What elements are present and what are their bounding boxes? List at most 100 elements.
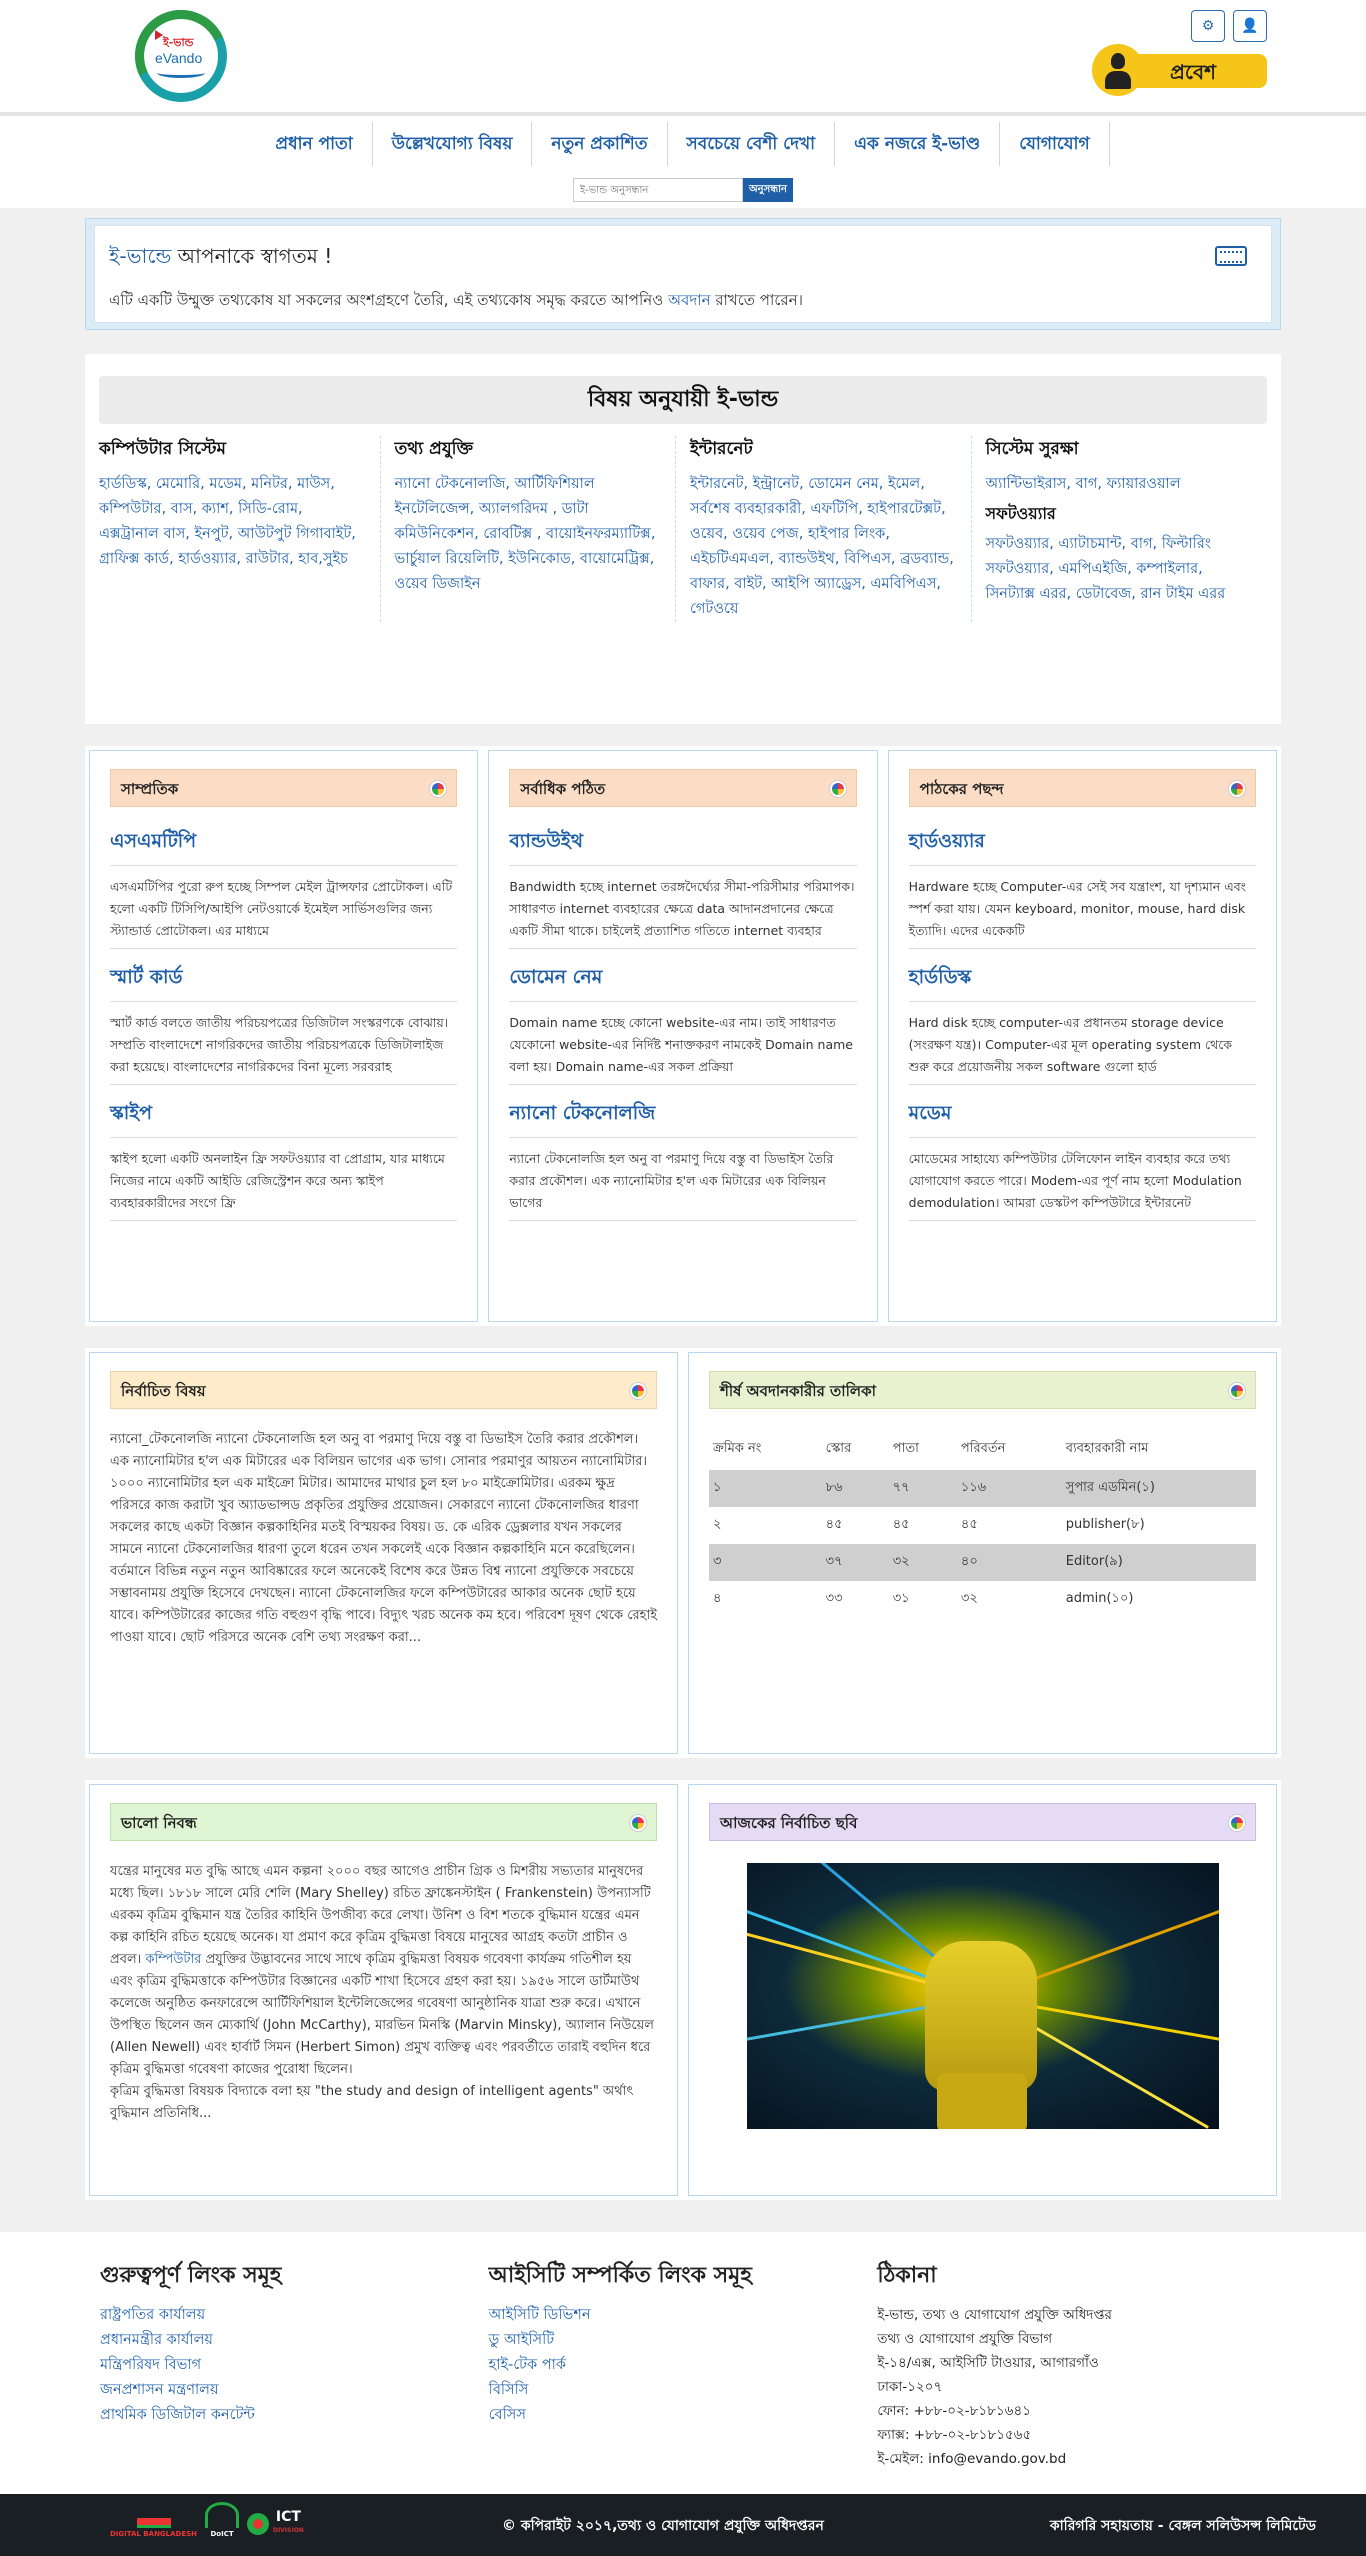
articles-row: সাম্প্রতিক এসএমটিপি এসএমটিপির পুরো রুপ হচ… xyxy=(85,746,1281,1326)
address-line: ই-ভান্ড, তথ্য ও যোগাযোগ প্রযুক্তি অধিদপ্… xyxy=(877,2307,1112,2323)
footer-link[interactable]: বিসিসি xyxy=(489,2378,878,2403)
nav-item-at-a-glance[interactable]: এক নজরে ই-ভাণ্ড xyxy=(835,122,1001,166)
ict-division-logo[interactable]: ICT DIVISION xyxy=(247,2510,304,2538)
table-cell[interactable]: Editor(৯) xyxy=(1061,1544,1256,1581)
article-excerpt: এসএমটিপির পুরো রুপ হচ্ছে সিম্পল মেইল ট্র… xyxy=(110,876,458,949)
digital-bangladesh-logo[interactable]: DIGITAL BANGLADESH xyxy=(110,2502,197,2538)
table-cell: ৩২ xyxy=(888,1544,957,1581)
table-cell: ৩৭ xyxy=(821,1544,889,1581)
subject-heading[interactable]: সিস্টেম সুরক্ষা xyxy=(986,436,1253,464)
pin-icon xyxy=(430,781,447,797)
article-title[interactable]: মডেম xyxy=(908,1099,1256,1138)
ict-emblem-icon xyxy=(247,2513,270,2535)
evando-logo[interactable]: ই-ভান্ড eVando xyxy=(122,0,240,115)
panel-header: নির্বাচিত বিষয় xyxy=(110,1371,657,1409)
table-cell: ৪৫ xyxy=(892,1517,910,1532)
footer: গুরুত্বপূর্ণ লিংক সমূহ রাষ্ট্রপতির কার্য… xyxy=(0,2232,1366,2494)
subject-column: তথ্য প্রযুক্তি ন্যানো টেকনোলজি, আর্টিফিশ… xyxy=(395,436,677,622)
computer-link[interactable]: কম্পিউটার xyxy=(145,1952,201,1967)
footer-link[interactable]: মন্ত্রিপরিষদ বিভাগ xyxy=(100,2353,489,2378)
footer-address: ঠিকানা ই-ভান্ড, তথ্য ও যোগাযোগ প্রযুক্তি… xyxy=(877,2258,1266,2471)
subject-links[interactable]: সফটওয়্যার, এ্যাটাচমান্ট, বাগ, ফিল্টারিং… xyxy=(986,532,1253,607)
contribute-link[interactable]: অবদান xyxy=(668,291,711,309)
logo-wave xyxy=(157,68,205,78)
photo-glove xyxy=(924,1941,1037,2091)
search-button[interactable]: অনুসন্ধান xyxy=(742,178,794,202)
footer-link[interactable]: ডু আইসিটি xyxy=(489,2328,878,2353)
welcome-text-after: রাখতে পারেন। xyxy=(710,291,803,309)
article-title[interactable]: এসএমটিপি xyxy=(110,827,458,866)
nav-item-contact[interactable]: যোগাযোগ xyxy=(1000,122,1110,166)
address-line: তথ্য ও যোগাযোগ প্রযুক্তি বিভাগ xyxy=(877,2331,1053,2347)
footer-link[interactable]: আইসিটি ডিভিশন xyxy=(489,2303,878,2328)
article-title[interactable]: হার্ডডিস্ক xyxy=(908,963,1256,1002)
ict-text: ICT DIVISION xyxy=(273,2510,304,2538)
essay-text: যন্ত্রের মানুষের মত বুদ্ধি আছে এমন কল্পন… xyxy=(110,1861,657,2081)
table-row: ২ ৪৫ ৪৫ ৪৫ publisher(৮) xyxy=(709,1507,1256,1544)
subject-links[interactable]: ইন্টারনেট, ইন্ট্রানেট, ডোমেন নেম, ইমেল, … xyxy=(690,472,957,622)
article-title[interactable]: ব্যান্ডউইথ xyxy=(509,827,857,866)
article: ব্যান্ডউইথ Bandwidth হচ্ছে internet তরঙ্গ… xyxy=(509,827,857,949)
subject-links[interactable]: হার্ডডিস্ক, মেমোরি, মডেম, মনিটর, মাউস, ক… xyxy=(99,472,366,572)
table-cell: ৪৫ xyxy=(960,1517,978,1532)
article: এসএমটিপি এসএমটিপির পুরো রুপ হচ্ছে সিম্পল … xyxy=(110,827,458,949)
recent-panel: সাম্প্রতিক এসএমটিপি এসএমটিপির পুরো রুপ হচ… xyxy=(89,750,479,1322)
table-cell[interactable]: publisher(৮) xyxy=(1062,1507,1256,1544)
nav-item-home[interactable]: প্রধান পাতা xyxy=(256,122,373,166)
subject-links[interactable]: অ্যান্টিভাইরাস, বাগ, ফ্যায়ারওয়াল xyxy=(986,472,1253,497)
article-title[interactable]: স্কাইপ xyxy=(110,1099,458,1138)
search-input[interactable] xyxy=(572,178,743,202)
article: হার্ডওয়্যার Hardware হচ্ছে Computer-এর স… xyxy=(908,827,1256,949)
subject-section: বিষয় অনুযায়ী ই-ভান্ড কম্পিউটার সিস্টেম… xyxy=(85,354,1281,724)
table-row: ৪ ৩৩ ৩১ ৩২ admin(১০) xyxy=(709,1581,1256,1618)
article-excerpt: মোডেমের সাহায্যে কম্পিউটার টেলিফোন লাইন … xyxy=(908,1148,1256,1221)
table-row: ৩ ৩৭ ৩২ ৪০ Editor(৯) xyxy=(709,1544,1256,1581)
table-cell[interactable]: সুপার এডমিন(১) xyxy=(1061,1470,1256,1507)
nav-item-most-viewed[interactable]: সবচেয়ে বেশী দেখা xyxy=(668,122,836,166)
table-cell[interactable]: admin(১০) xyxy=(1062,1581,1256,1618)
footer-link[interactable]: প্রাথমিক ডিজিটাল কনটেন্ট xyxy=(100,2403,489,2428)
footer-link[interactable]: রাষ্ট্রপতির কার্যালয় xyxy=(100,2303,489,2328)
subject-heading[interactable]: ইন্টারনেট xyxy=(690,436,957,464)
logo-bird-icon xyxy=(155,30,163,40)
table-header-row: ক্রমিক নং স্কোর পাতা পরিবর্তন ব্যবহারকার… xyxy=(709,1429,1256,1470)
footer-heading: ঠিকানা xyxy=(877,2263,937,2288)
copyright: © কপিরাইট ২০১৭,তথ্য ও যোগাযোগ প্রযুক্তি … xyxy=(502,2518,824,2534)
login-avatar-icon xyxy=(1092,44,1144,96)
article: স্মার্ট কার্ড স্মার্ট কার্ড বলতে জাতীয় প… xyxy=(110,963,458,1085)
article-title[interactable]: হার্ডওয়্যার xyxy=(908,827,1256,866)
subject-heading[interactable]: কম্পিউটার সিস্টেম xyxy=(99,436,366,464)
table-cell: ২ xyxy=(713,1517,722,1532)
table-cell: ৮৬ xyxy=(821,1470,889,1507)
article-title[interactable]: ডোমেন নেম xyxy=(509,963,857,1002)
email[interactable]: ই-মেইল: info@evando.gov.bd xyxy=(877,2447,1266,2471)
article: হার্ডডিস্ক Hard disk হচ্ছে computer-এর প্… xyxy=(908,963,1256,1085)
welcome-box: ই-ভান্ডে আপনাকে স্বাগতম ! এটি একটি উম্মু… xyxy=(85,218,1281,330)
nav-item-new[interactable]: নতুন প্রকাশিত xyxy=(532,122,668,166)
login-button[interactable]: প্রবেশ xyxy=(1092,44,1267,96)
phone: ফোন: +৮৮-০২-৮১৮১৬৪১ xyxy=(877,2403,1031,2419)
article-title[interactable]: ন্যানো টেকনোলজি xyxy=(509,1099,857,1138)
footer-link[interactable]: প্রধানমন্ত্রীর কার্যালয় xyxy=(100,2328,489,2353)
user-button[interactable]: 👤 xyxy=(1233,10,1267,42)
subject-heading[interactable]: তথ্য প্রযুক্তি xyxy=(395,436,662,464)
panel-title: সর্বাধিক পঠিত xyxy=(520,780,606,798)
table-cell: ৪ xyxy=(713,1591,722,1606)
article-title[interactable]: স্মার্ট কার্ড xyxy=(110,963,458,1002)
footer-columns: গুরুত্বপূর্ণ লিংক সমূহ রাষ্ট্রপতির কার্য… xyxy=(100,2258,1266,2471)
footer-link[interactable]: বেসিস xyxy=(489,2403,878,2428)
keyboard-icon[interactable] xyxy=(1215,246,1247,266)
welcome-title-highlight: ই-ভান্ডে xyxy=(109,244,172,268)
subject-links[interactable]: ন্যানো টেকনোলজি, আর্টিফিশিয়াল ইনটেলিজেন… xyxy=(395,472,662,597)
footer-link[interactable]: হাই-টেক পার্ক xyxy=(489,2353,878,2378)
featured-photo[interactable] xyxy=(746,1863,1219,2129)
nav-item-notable[interactable]: উল্লেখযোগ্য বিষয় xyxy=(373,122,533,166)
footer-important-links: গুরুত্বপূর্ণ লিংক সমূহ রাষ্ট্রপতির কার্য… xyxy=(100,2258,489,2471)
settings-button[interactable]: ⚙ xyxy=(1191,10,1225,42)
subject-title: বিষয় অনুযায়ী ই-ভান্ড xyxy=(99,376,1267,424)
subject-heading[interactable]: সফটওয়্যার xyxy=(986,501,1253,528)
footer-link[interactable]: জনপ্রশাসন মন্ত্রণালয় xyxy=(100,2378,489,2403)
article-excerpt: Bandwidth হচ্ছে internet তরঙ্গদৈর্ঘ্যের … xyxy=(509,876,857,949)
doict-logo[interactable]: DoICT xyxy=(205,2502,240,2538)
welcome-text-before: এটি একটি উম্মুক্ত তথ্যকোষ যা সকলের অংশগ্… xyxy=(109,291,668,309)
